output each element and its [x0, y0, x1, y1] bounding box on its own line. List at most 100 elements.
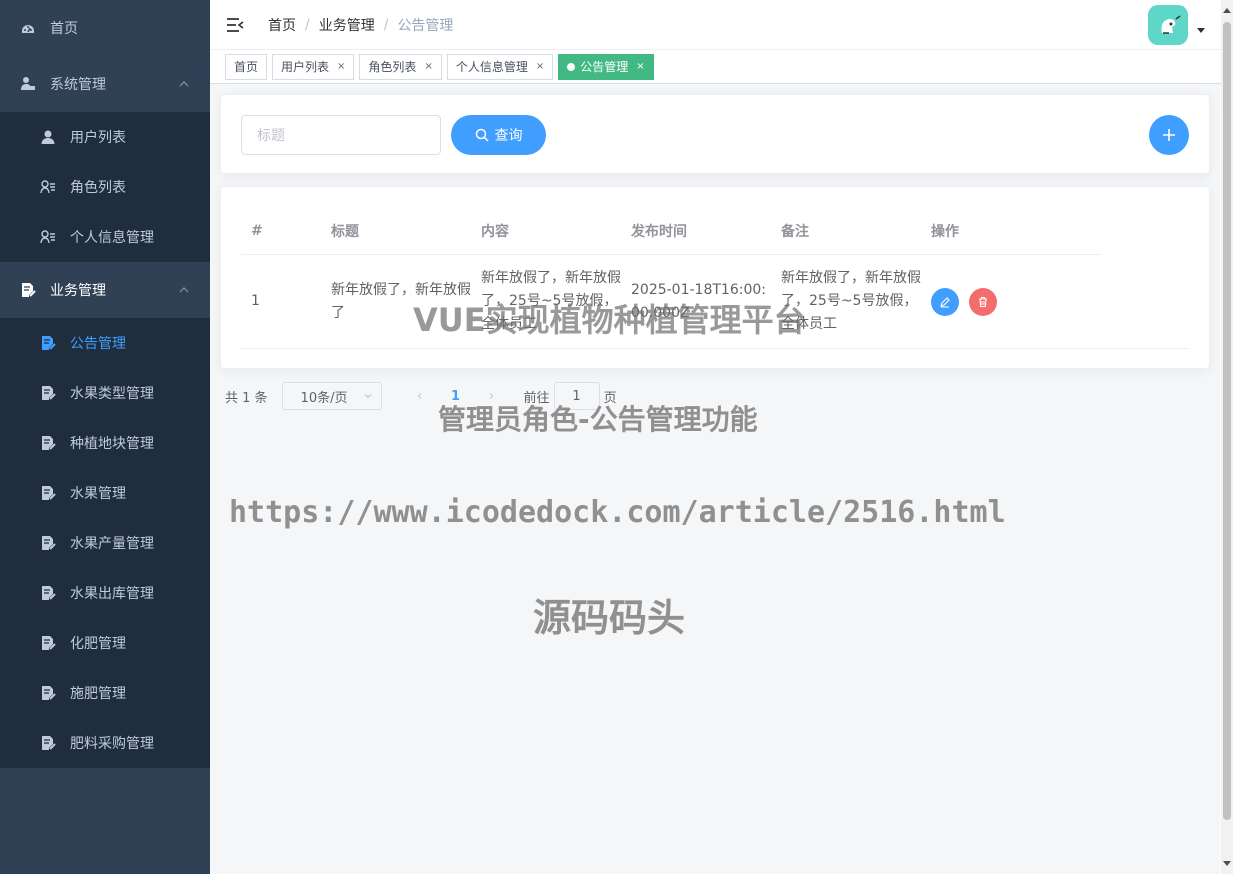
tab-user-list[interactable]: 用户列表 ×: [272, 53, 355, 80]
cell-time: 2025-01-18T16:00:00.000Z: [631, 281, 766, 321]
main-area: 首页 / 业务管理 / 公告管理 首页 用户列表 × 角色列表 × 个人信息管理 × …: [210, 0, 1233, 874]
content-area: 标题 查询 # 标题 内容 发布时间 备注 操作 1 新年放假了，新年放假了 新…: [210, 84, 1220, 874]
user-lock-icon: [20, 76, 36, 92]
doc-edit-icon: [40, 635, 56, 651]
sidebar-item-role-list[interactable]: 角色列表: [0, 162, 210, 212]
tab-label: 公告管理: [580, 60, 629, 74]
sidebar-item-user-list[interactable]: 用户列表: [0, 112, 210, 162]
sidebar-group-system[interactable]: 系统管理: [0, 56, 210, 112]
sidebar-item-label: 化肥管理: [70, 636, 126, 652]
sidebar-item-plot[interactable]: 种植地块管理: [0, 418, 210, 468]
navbar: 首页 / 业务管理 / 公告管理: [210, 0, 1233, 50]
page-number[interactable]: 1: [446, 389, 466, 404]
sidebar-item-yield[interactable]: 水果产量管理: [0, 518, 210, 568]
active-dot-icon: [567, 62, 576, 71]
sidebar-item-label: 公告管理: [70, 336, 126, 352]
search-card: 标题 查询: [220, 94, 1210, 174]
sidebar-item-profile[interactable]: 个人信息管理: [0, 212, 210, 262]
title-search-input[interactable]: 标题: [241, 115, 441, 155]
sidebar-item-fertilizer[interactable]: 化肥管理: [0, 618, 210, 668]
pagination-total: 共 1 条: [225, 390, 268, 406]
sidebar-group-business[interactable]: 业务管理: [0, 262, 210, 318]
close-icon[interactable]: ×: [636, 61, 644, 72]
pagination: 共 1 条 10条/页 ‹ 1 › 前往 1 页: [225, 382, 617, 410]
sidebar-item-purchase[interactable]: 肥料采购管理: [0, 718, 210, 768]
doc-edit-icon: [40, 385, 56, 401]
close-icon[interactable]: ×: [424, 61, 432, 72]
search-icon: [475, 128, 489, 142]
delete-button[interactable]: [969, 287, 997, 316]
edit-button[interactable]: [931, 287, 959, 316]
add-button[interactable]: [1149, 115, 1189, 155]
tab-announcement[interactable]: 公告管理 ×: [558, 53, 654, 80]
sidebar-item-label: 系统管理: [50, 77, 106, 93]
tab-home[interactable]: 首页: [225, 53, 268, 80]
doc-edit-icon: [40, 335, 56, 351]
sidebar-item-announcement[interactable]: 公告管理: [0, 318, 210, 368]
chevron-down-icon: [364, 394, 371, 399]
sidebar-item-fruit[interactable]: 水果管理: [0, 468, 210, 518]
vertical-scrollbar[interactable]: [1221, 0, 1233, 874]
sidebar: 首页 系统管理 用户列表 角色列表 个人信息管理 业务管理 公告管理 水果类型管…: [0, 0, 210, 874]
tab-label: 用户列表: [281, 60, 330, 74]
tags-view: 首页 用户列表 × 角色列表 × 个人信息管理 × 公告管理 ×: [210, 50, 1233, 84]
system-submenu: 用户列表 角色列表 个人信息管理: [0, 112, 210, 262]
sidebar-item-label: 用户列表: [70, 130, 126, 146]
column-header: 备注: [781, 223, 809, 240]
avatar[interactable]: [1148, 5, 1188, 45]
column-header: 标题: [331, 223, 359, 240]
prev-page-button[interactable]: ‹: [410, 389, 430, 404]
caret-down-icon[interactable]: [1197, 28, 1205, 33]
breadcrumb-business[interactable]: 业务管理: [319, 15, 375, 35]
page-size-select[interactable]: 10条/页: [281, 382, 382, 410]
query-button[interactable]: 查询: [451, 115, 546, 155]
goto-suffix: 页: [603, 390, 617, 406]
chevron-up-icon: [178, 78, 190, 90]
sidebar-item-label: 水果出库管理: [70, 586, 154, 602]
business-submenu: 公告管理 水果类型管理 种植地块管理 水果管理 水果产量管理 水果出库管理 化肥…: [0, 318, 210, 768]
sidebar-item-outbound[interactable]: 水果出库管理: [0, 568, 210, 618]
menu-fold-icon[interactable]: [226, 16, 244, 34]
trash-icon: [979, 296, 987, 307]
cell-title: 新年放假了，新年放假了: [331, 281, 471, 321]
close-icon[interactable]: ×: [536, 61, 544, 72]
doc-edit-icon: [40, 685, 56, 701]
column-header: 发布时间: [631, 223, 687, 240]
cell-actions: [921, 287, 1101, 316]
chevron-up-icon: [178, 284, 190, 296]
tab-label: 首页: [234, 60, 259, 74]
user-icon: [40, 129, 56, 145]
sidebar-item-fruit-type[interactable]: 水果类型管理: [0, 368, 210, 418]
goto-page-input[interactable]: 1: [553, 382, 600, 410]
sidebar-item-home[interactable]: 首页: [0, 0, 210, 56]
table-row: 1 新年放假了，新年放假了 新年放假了，新年放假了，25号~5号放假，全体员工 …: [241, 255, 1189, 349]
edit-icon: [940, 296, 950, 307]
tab-label: 角色列表: [368, 60, 417, 74]
scroll-thumb[interactable]: [1223, 22, 1231, 820]
scroll-up-icon[interactable]: [1223, 8, 1231, 13]
search-placeholder: 标题: [257, 128, 285, 144]
column-header: #: [251, 222, 263, 239]
doc-edit-icon: [40, 735, 56, 751]
plus-icon: [1163, 129, 1175, 141]
breadcrumb-home[interactable]: 首页: [268, 15, 296, 35]
breadcrumb: 首页 / 业务管理 / 公告管理: [268, 15, 453, 35]
sidebar-item-label: 角色列表: [70, 180, 126, 196]
user-list-icon: [40, 179, 56, 195]
scroll-down-icon[interactable]: [1223, 861, 1231, 866]
sidebar-item-fertilizing[interactable]: 施肥管理: [0, 668, 210, 718]
tab-role-list[interactable]: 角色列表 ×: [359, 53, 442, 80]
goto-page: 前往 1 页: [524, 382, 617, 410]
sidebar-item-label: 肥料采购管理: [70, 736, 154, 752]
doc-edit-icon: [40, 485, 56, 501]
page-size-value: 10条/页: [300, 390, 348, 406]
sidebar-item-label: 业务管理: [50, 283, 106, 299]
sidebar-item-label: 水果产量管理: [70, 536, 154, 552]
tab-label: 个人信息管理: [455, 60, 528, 74]
sidebar-item-label: 个人信息管理: [70, 230, 154, 246]
sidebar-item-label: 种植地块管理: [70, 436, 154, 452]
breadcrumb-separator: /: [305, 16, 310, 33]
close-icon[interactable]: ×: [337, 61, 345, 72]
tab-profile[interactable]: 个人信息管理 ×: [446, 53, 554, 80]
next-page-button[interactable]: ›: [482, 389, 502, 404]
